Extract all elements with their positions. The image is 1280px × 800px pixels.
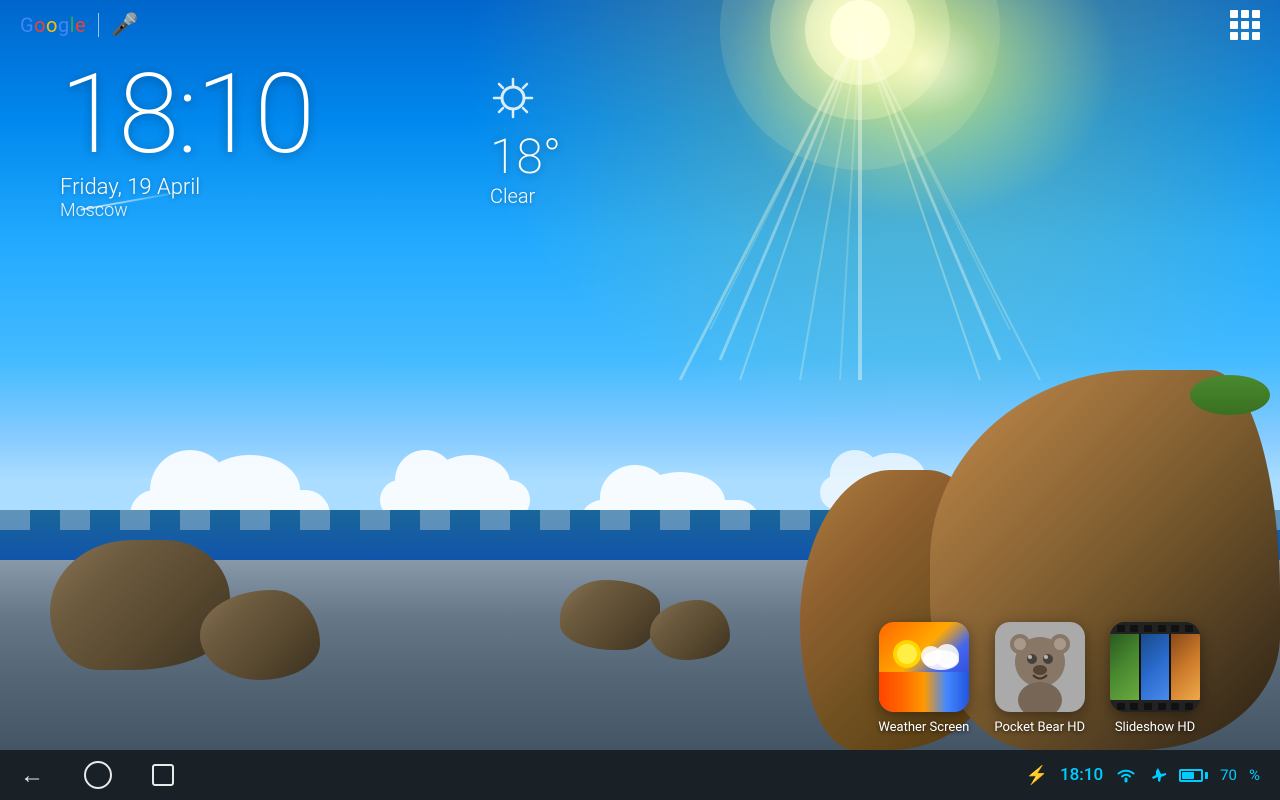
battery-icon xyxy=(1179,769,1208,782)
weather-description: Clear xyxy=(490,184,561,208)
clock-location: Moscow xyxy=(60,200,313,221)
film-hole xyxy=(1185,703,1193,710)
status-time: 18:10 xyxy=(1060,765,1103,785)
wifi-icon xyxy=(1115,767,1137,783)
film-hole xyxy=(1144,703,1152,710)
film-strip-top xyxy=(1110,622,1200,634)
weather-widget[interactable]: 18° Clear xyxy=(490,75,561,208)
apps-grid-icon[interactable] xyxy=(1230,10,1260,40)
grid-dot xyxy=(1230,10,1238,18)
film-hole xyxy=(1117,703,1125,710)
usb-icon: ⚡ xyxy=(1026,765,1048,786)
clock-time: 18:10 xyxy=(60,60,313,170)
google-logo[interactable]: Google 🎤 xyxy=(20,13,139,38)
weather-screen-icon[interactable] xyxy=(879,622,969,712)
grid-dot xyxy=(1241,32,1249,40)
weather-temperature: 18° xyxy=(490,131,561,184)
grid-dot xyxy=(1241,10,1249,18)
slideshow-hd-icon[interactable] xyxy=(1110,622,1200,712)
weather-screen-svg xyxy=(879,622,969,712)
weather-screen-icon-graphic xyxy=(879,622,969,712)
back-button[interactable]: ← xyxy=(20,761,44,790)
recent-apps-button[interactable] xyxy=(152,764,174,786)
battery-tip xyxy=(1205,772,1208,779)
battery-fill xyxy=(1182,772,1194,779)
slideshow-hd-label: Slideshow HD xyxy=(1115,720,1195,735)
nav-buttons: ← xyxy=(20,761,174,790)
grid-dot xyxy=(1252,32,1260,40)
pocket-bear-label: Pocket Bear HD xyxy=(994,720,1085,735)
grid-dot xyxy=(1241,21,1249,29)
film-hole xyxy=(1117,625,1125,632)
film-hole xyxy=(1171,703,1179,710)
film-frame-2 xyxy=(1141,634,1170,700)
sun-rays xyxy=(660,0,1060,380)
film-hole xyxy=(1144,625,1152,632)
status-right: ⚡ 18:10 70% xyxy=(1026,765,1260,786)
airplane-icon xyxy=(1149,766,1167,784)
pocket-bear-icon[interactable] xyxy=(995,622,1085,712)
status-bar: ← ⚡ 18:10 70% xyxy=(0,750,1280,800)
app-item-pocket-bear[interactable]: Pocket Bear HD xyxy=(994,622,1085,735)
google-text: Google xyxy=(20,13,86,37)
film-hole xyxy=(1185,625,1193,632)
home-button[interactable] xyxy=(84,761,112,789)
microphone-icon[interactable]: 🎤 xyxy=(111,13,138,38)
weather-screen-label: Weather Screen xyxy=(878,720,969,735)
weather-sun-icon xyxy=(490,75,536,121)
film-frame-3 xyxy=(1171,634,1200,700)
battery-percent-sign: % xyxy=(1249,766,1260,784)
grid-dot xyxy=(1230,32,1238,40)
film-hole xyxy=(1130,625,1138,632)
grid-dot xyxy=(1252,21,1260,29)
app-item-weather-screen[interactable]: Weather Screen xyxy=(878,622,969,735)
sun-rays-svg xyxy=(660,0,1060,380)
film-frames xyxy=(1110,634,1200,700)
film-hole xyxy=(1158,625,1166,632)
film-frame-1 xyxy=(1110,634,1139,700)
battery-body xyxy=(1179,769,1203,782)
app-item-slideshow[interactable]: Slideshow HD xyxy=(1110,622,1200,735)
rock-4 xyxy=(650,600,730,660)
grid-dot xyxy=(1230,21,1238,29)
grid-dot xyxy=(1252,10,1260,18)
logo-divider xyxy=(98,13,99,37)
film-hole xyxy=(1171,625,1179,632)
film-strip-bottom xyxy=(1110,700,1200,712)
top-bar: Google 🎤 xyxy=(0,0,1280,50)
film-hole xyxy=(1130,703,1138,710)
clock-widget[interactable]: 18:10 Friday, 19 April Moscow xyxy=(60,60,313,221)
rock-3 xyxy=(560,580,660,650)
battery-percent: 70 xyxy=(1220,766,1237,784)
film-hole xyxy=(1158,703,1166,710)
slideshow-icon-graphic xyxy=(1110,622,1200,712)
app-dock: Weather Screen xyxy=(878,622,1200,735)
pocket-bear-svg xyxy=(995,622,1085,712)
